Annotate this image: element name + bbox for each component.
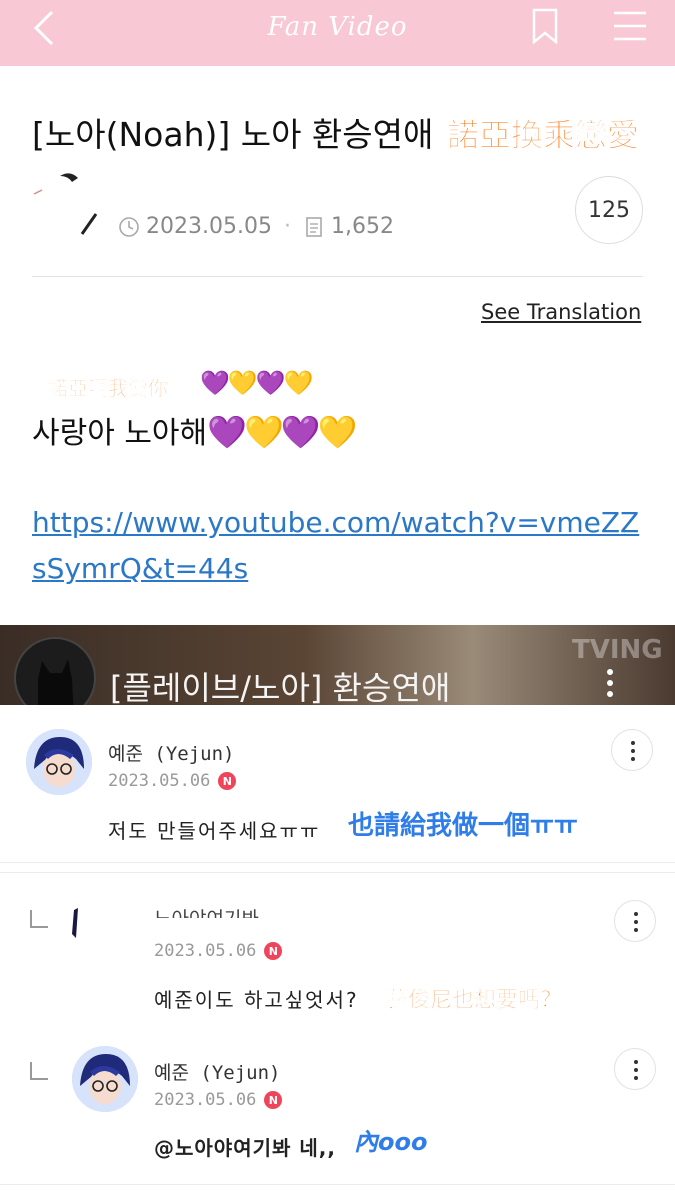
comment-translation-overlay: 也請給我做一個ㅠㅠ bbox=[348, 811, 578, 841]
comment-text: @노아야여기봐 네,, bbox=[154, 1136, 336, 1160]
post-body-line: 사랑아 노아해💜💛💜💛 bbox=[32, 408, 358, 452]
new-badge: N bbox=[264, 1091, 283, 1109]
new-badge: N bbox=[218, 772, 237, 790]
divider bbox=[0, 862, 675, 863]
cat-silhouette-icon bbox=[38, 659, 74, 705]
post-body-text: 사랑아 노아해 bbox=[32, 416, 208, 451]
post-title: [노아(Noah)] 노아 환승연애 bbox=[32, 115, 434, 154]
author-avatar[interactable] bbox=[32, 168, 112, 240]
see-translation-link[interactable]: See Translation bbox=[481, 300, 641, 324]
comment-text: 저도 만들어주세요ㅠㅠ bbox=[108, 819, 321, 843]
comment-date: 2023.05.06 N bbox=[154, 1090, 283, 1110]
comment-more-button[interactable] bbox=[614, 900, 656, 942]
tving-watermark: TVING bbox=[572, 635, 663, 665]
avatar[interactable] bbox=[72, 1046, 138, 1112]
divider bbox=[32, 276, 643, 277]
comment-translation-overlay: 內ooo bbox=[354, 1128, 428, 1156]
reply-item: 노아야여기봐 2023.05.06 N 예준이도 하고싶엇서? 藝俊尼也想要嗎？ bbox=[0, 880, 675, 1040]
youtube-link[interactable]: https://www.youtube.com/watch?v=vmeZZsSy… bbox=[32, 500, 652, 592]
avatar[interactable] bbox=[26, 729, 92, 795]
comment-more-button[interactable] bbox=[611, 729, 653, 771]
post-meta: 2023.05.05 · 1,652 bbox=[118, 214, 394, 239]
comment-item: 예준 (Yejun) 2023.05.06 N 저도 만들어주세요ㅠㅠ 也請給我… bbox=[0, 705, 675, 863]
clock-icon bbox=[119, 216, 139, 237]
post-date: 2023.05.05 bbox=[146, 214, 272, 239]
bookmark-icon[interactable] bbox=[530, 8, 560, 44]
top-bar: Fan Video bbox=[0, 0, 675, 66]
comment-count-badge[interactable]: 125 bbox=[575, 176, 643, 244]
video-embed[interactable]: [플레이브/노아] 환승연애 TVING bbox=[0, 625, 675, 705]
hamburger-menu-icon[interactable] bbox=[612, 10, 648, 42]
comment-date: 2023.05.06 N bbox=[108, 771, 237, 791]
new-badge: N bbox=[264, 942, 283, 960]
comment-text: 예준이도 하고싶엇서? bbox=[154, 988, 359, 1012]
comment-author: 예준 (Yejun) bbox=[154, 1062, 281, 1084]
comment-more-button[interactable] bbox=[614, 1048, 656, 1090]
divider bbox=[0, 1184, 675, 1185]
post-views: 1,652 bbox=[330, 214, 394, 239]
reply-indent-icon bbox=[30, 1062, 48, 1080]
comment-date: 2023.05.06 N bbox=[154, 941, 283, 961]
avatar[interactable] bbox=[66, 904, 136, 944]
views-icon bbox=[306, 216, 322, 237]
video-more-icon[interactable] bbox=[600, 667, 620, 699]
comment-author: 노아야여기봐 bbox=[154, 904, 259, 918]
title-translation-overlay: 諾亞換乘戀愛 bbox=[447, 116, 640, 155]
comment-translation-overlay: 藝俊尼也想要嗎？ bbox=[386, 988, 563, 1014]
video-title: [플레이브/노아] 환승연애 bbox=[110, 669, 451, 705]
divider bbox=[0, 872, 675, 873]
comment-author: 예준 (Yejun) bbox=[108, 743, 235, 765]
reply-item: 예준 (Yejun) 2023.05.06 N @노아야여기봐 네,, 內ooo bbox=[0, 1030, 675, 1190]
reply-indent-icon bbox=[30, 910, 48, 928]
channel-avatar bbox=[14, 637, 96, 705]
hearts-emoji-small: 💜💛💜💛 bbox=[200, 369, 314, 397]
meta-separator: · bbox=[283, 214, 291, 239]
hearts-emoji: 💜💛💜💛 bbox=[207, 413, 357, 451]
love-translation-overlay: 諾亞啊我愛你 bbox=[48, 376, 169, 401]
page-title: Fan Video bbox=[267, 12, 408, 42]
